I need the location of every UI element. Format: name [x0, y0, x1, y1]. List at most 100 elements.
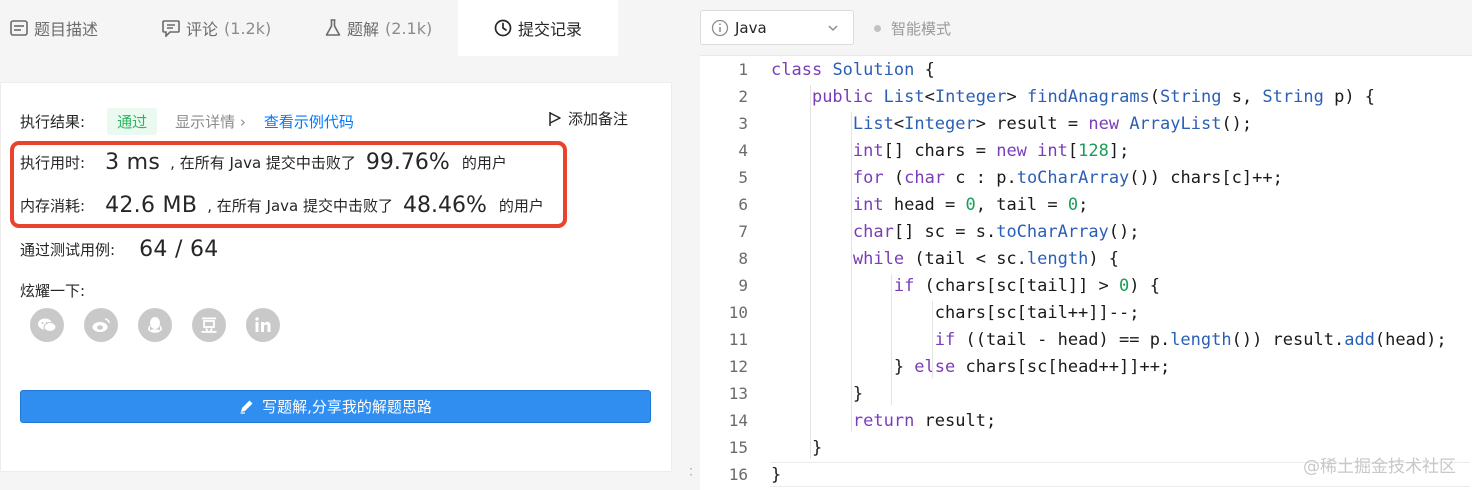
code-line[interactable]: 2 public List<Integer> findAnagrams(Stri…: [700, 83, 1472, 110]
tab-solutions[interactable]: 题解 (2.1k): [325, 0, 475, 56]
language-select[interactable]: Java: [700, 10, 854, 45]
indent-guide: [891, 274, 893, 405]
indent-guide: [850, 112, 852, 432]
tests-row: 通过测试用例: 64 / 64: [20, 237, 219, 262]
sample-code-link[interactable]: 查看示例代码: [264, 111, 354, 132]
tests-value: 64 / 64: [139, 237, 219, 262]
result-label: 执行结果:: [20, 113, 86, 131]
code-line[interactable]: 7 char[] sc = s.toCharArray();: [700, 218, 1472, 245]
line-number: 8: [738, 249, 748, 268]
show-details-link[interactable]: 显示详情 ›: [175, 111, 246, 132]
line-number: 12: [728, 357, 748, 376]
line-number: 16: [728, 465, 748, 484]
douban-icon[interactable]: [192, 308, 226, 342]
weibo-icon[interactable]: [84, 308, 118, 342]
code-line[interactable]: 4 int[] chars = new int[128];: [700, 137, 1472, 164]
wechat-icon[interactable]: [30, 308, 64, 342]
code-text: }: [771, 383, 864, 404]
code-line[interactable]: 6 int head = 0, tail = 0;: [700, 191, 1472, 218]
share-row: 炫耀一下:: [20, 280, 85, 301]
tab-comments[interactable]: 评论 (1.2k): [162, 0, 312, 56]
chevron-down-icon: [828, 25, 838, 32]
tests-label: 通过测试用例:: [20, 241, 116, 259]
share-label: 炫耀一下:: [20, 282, 86, 300]
smart-mode-toggle[interactable]: 智能模式: [874, 18, 951, 39]
code-text: class Solution {: [771, 59, 935, 80]
add-note-button[interactable]: 添加备注: [548, 108, 628, 129]
line-number: 1: [738, 60, 748, 79]
mode-indicator: [874, 25, 881, 32]
clock-icon: [494, 19, 512, 37]
code-line[interactable]: 8 while (tail < sc.length) {: [700, 245, 1472, 272]
pencil-icon: [240, 400, 253, 414]
flask-icon: [325, 19, 341, 36]
tab-description[interactable]: 题目描述: [10, 0, 150, 56]
drag-handle-icon[interactable]: · ·: [689, 463, 693, 481]
submission-panel: 题目描述 评论 (1.2k) 题解 (2.1k) 提交记录 执行结果: 通过 显…: [0, 0, 684, 490]
code-text: while (tail < sc.length) {: [852, 248, 1120, 269]
code-editor-panel: Java 智能模式 1 class Solution { 2 public List…: [700, 0, 1472, 490]
code-line[interactable]: 9 if (chars[sc[tail]] > 0) {: [700, 272, 1472, 299]
code-text: for (char c : p.toCharArray()) chars[c]+…: [852, 167, 1283, 188]
line-number: 14: [728, 411, 748, 430]
panel-divider[interactable]: [684, 0, 700, 490]
write-solution-button[interactable]: 写题解,分享我的解题思路: [20, 390, 651, 423]
editor-toolbar: Java 智能模式: [700, 0, 1472, 56]
write-solution-label: 写题解,分享我的解题思路: [262, 398, 432, 416]
tab-label: 题目描述: [34, 20, 99, 39]
code-line[interactable]: 12 } else chars[sc[head++]]++;: [700, 353, 1472, 380]
line-number: 9: [738, 276, 748, 295]
add-note-label: 添加备注: [568, 110, 629, 128]
code-text: char[] sc = s.toCharArray();: [852, 221, 1140, 242]
line-number: 5: [738, 168, 748, 187]
code-text: int[] chars = new int[128];: [852, 140, 1130, 161]
line-number: 3: [738, 114, 748, 133]
code-text: public List<Integer> findAnagrams(String…: [811, 86, 1376, 107]
linkedin-icon[interactable]: [246, 308, 280, 342]
tab-label: 提交记录: [517, 20, 582, 39]
line-number: 2: [738, 87, 748, 106]
tab-bar: 题目描述 评论 (1.2k) 题解 (2.1k) 提交记录: [0, 0, 684, 56]
line-number: 6: [738, 195, 748, 214]
tab-count: (2.1k): [385, 18, 433, 38]
tab-submissions[interactable]: 提交记录: [458, 0, 618, 56]
smart-mode-label: 智能模式: [891, 20, 952, 38]
status-badge: 通过: [107, 108, 158, 135]
flag-icon: [549, 111, 561, 126]
tab-label: 评论: [186, 20, 219, 39]
indent-guide: [932, 301, 934, 378]
qq-icon[interactable]: [138, 308, 172, 342]
code-text: } else chars[sc[head++]]++;: [771, 356, 1171, 377]
code-text: }: [771, 437, 823, 458]
code-text: List<Integer> result = new ArrayList();: [852, 113, 1253, 134]
code-text: if (chars[sc[tail]] > 0) {: [893, 275, 1160, 296]
code-line[interactable]: 13 }: [700, 380, 1472, 407]
line-number: 7: [738, 222, 748, 241]
result-row: 执行结果: 通过 显示详情 › 查看示例代码: [20, 108, 354, 135]
code-line[interactable]: 1 class Solution {: [700, 56, 1472, 83]
code-line[interactable]: 5 for (char c : p.toCharArray()) chars[c…: [700, 164, 1472, 191]
line-number: 10: [728, 303, 748, 322]
code-text: int head = 0, tail = 0;: [852, 194, 1089, 215]
line-number: 4: [738, 141, 748, 160]
code-text: return result;: [852, 410, 997, 431]
code-line[interactable]: 11 if ((tail - head) == p.length()) resu…: [700, 326, 1472, 353]
comment-icon: [162, 19, 180, 37]
line-number: 15: [728, 438, 748, 457]
document-icon: [10, 20, 28, 36]
line-number: 13: [728, 384, 748, 403]
code-line[interactable]: 10 chars[sc[tail++]]--;: [700, 299, 1472, 326]
watermark: @稀土掘金技术社区: [1303, 457, 1456, 477]
language-value: Java: [735, 18, 767, 37]
line-number: 11: [728, 330, 748, 349]
tab-count: (1.2k): [224, 18, 272, 38]
code-line[interactable]: 3 List<Integer> result = new ArrayList()…: [700, 110, 1472, 137]
tab-label: 题解: [347, 20, 380, 39]
code-text: if ((tail - head) == p.length()) result.…: [934, 329, 1447, 350]
indent-guide: [809, 85, 811, 459]
code-line[interactable]: 14 return result;: [700, 407, 1472, 434]
code-area[interactable]: 1 class Solution { 2 public List<Integer> …: [700, 56, 1472, 490]
highlight-box: [10, 141, 567, 228]
info-icon: [711, 19, 729, 36]
code-text: chars[sc[tail++]]--;: [771, 302, 1140, 323]
